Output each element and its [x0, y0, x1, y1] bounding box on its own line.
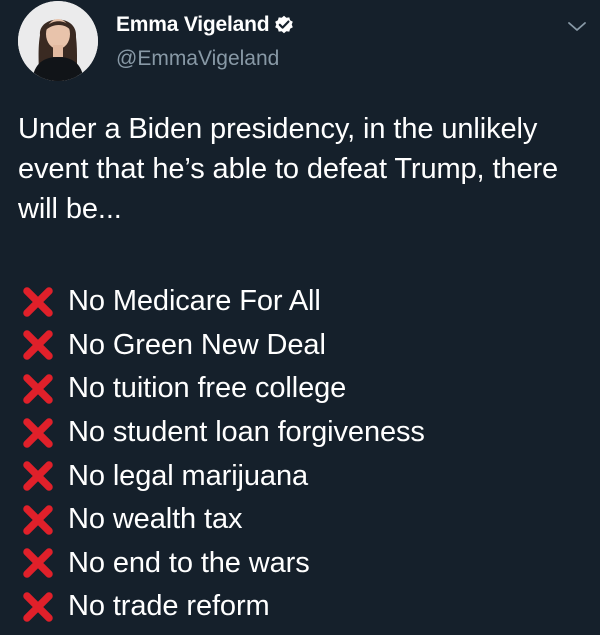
list-item: No wealth tax [20, 498, 595, 542]
list-item: No trade reform [20, 585, 595, 629]
verified-badge-icon [274, 15, 294, 35]
tweet-card: Emma Vigeland @EmmaVigeland Under a Bide… [0, 0, 600, 635]
tweet-text: Under a Biden presidency, in the unlikel… [18, 109, 593, 229]
list-item-label: No Green New Deal [68, 328, 326, 361]
list-item-label: No trade reform [68, 590, 270, 623]
cross-mark-icon [20, 371, 56, 407]
list-item: No tuition free college [20, 367, 595, 411]
chevron-down-icon[interactable] [566, 20, 588, 34]
list-item-label: No end to the wars [68, 546, 310, 579]
list-item-label: No student loan forgiveness [68, 416, 425, 449]
list-item-label: No tuition free college [68, 372, 347, 405]
author-handle[interactable]: @EmmaVigeland [116, 47, 279, 71]
list-item-label: No Medicare For All [68, 285, 321, 318]
list-item: No legal marijuana [20, 454, 595, 498]
cross-mark-icon [20, 327, 56, 363]
cross-mark-icon [20, 589, 56, 625]
list-item-label: No legal marijuana [68, 459, 308, 492]
list-item: No end to the wars [20, 542, 595, 586]
cross-mark-icon [20, 415, 56, 451]
author-name-row[interactable]: Emma Vigeland [116, 10, 294, 40]
cross-mark-icon [20, 284, 56, 320]
tweet-list: No Medicare For All No Green New Deal No t… [20, 280, 595, 629]
display-name[interactable]: Emma Vigeland [116, 13, 270, 37]
cross-mark-icon [20, 545, 56, 581]
list-item: No student loan forgiveness [20, 411, 595, 455]
tweet-intro: Under a Biden presidency, in the unlikel… [18, 113, 559, 225]
cross-mark-icon [20, 502, 56, 538]
avatar-image [18, 1, 98, 81]
cross-mark-icon [20, 458, 56, 494]
list-item: No Green New Deal [20, 324, 595, 368]
list-item-label: No wealth tax [68, 503, 243, 536]
list-item: No Medicare For All [20, 280, 595, 324]
avatar[interactable] [18, 1, 98, 81]
